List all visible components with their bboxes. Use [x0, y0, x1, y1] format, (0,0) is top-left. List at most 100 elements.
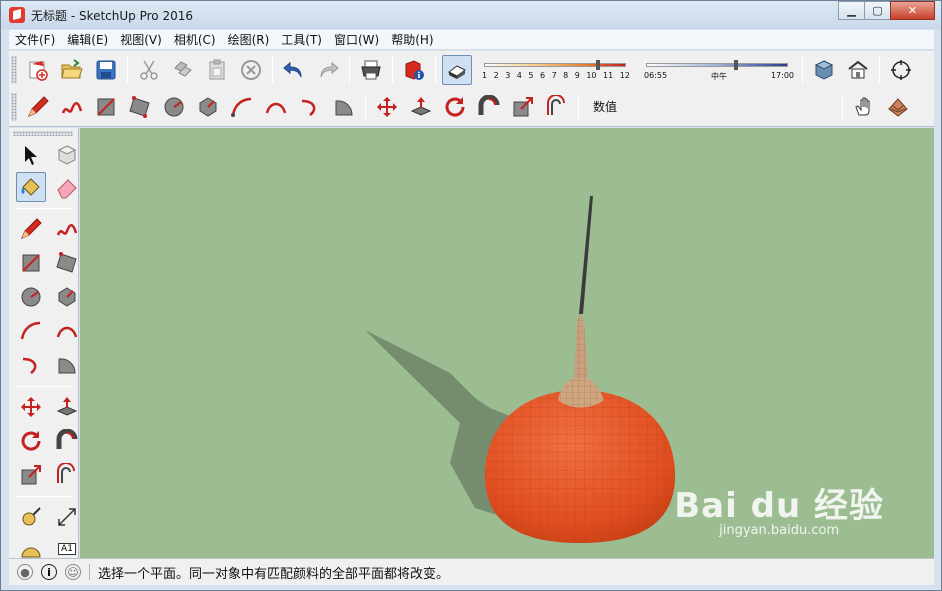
- open-icon[interactable]: [57, 55, 87, 85]
- erase-icon[interactable]: [236, 55, 266, 85]
- maximize-button[interactable]: ▢: [864, 1, 891, 20]
- paint-bucket-icon[interactable]: [16, 172, 46, 202]
- status-bar: ● i ☺ 选择一个平面。同一对象中有匹配颜料的全部平面都将改变。: [9, 558, 934, 585]
- freehand-icon[interactable]: [52, 214, 82, 244]
- tool-row: [13, 172, 85, 202]
- rectangle-icon[interactable]: [91, 92, 121, 122]
- minimize-button[interactable]: ▁: [838, 1, 865, 20]
- month-slider-track[interactable]: [484, 63, 626, 67]
- freehand-icon[interactable]: [57, 92, 87, 122]
- sandbox-icon[interactable]: [883, 92, 913, 122]
- menu-help[interactable]: 帮助(H): [385, 30, 439, 50]
- tool-row: [13, 502, 85, 532]
- tape-measure-icon[interactable]: [16, 502, 46, 532]
- arc-icon[interactable]: [16, 316, 46, 346]
- model-info-icon[interactable]: [399, 55, 429, 85]
- menu-edit[interactable]: 编辑(E): [61, 30, 114, 50]
- dimension-icon[interactable]: [52, 502, 82, 532]
- pie-icon[interactable]: [329, 92, 359, 122]
- shadow-time-slider[interactable]: 06:55 中午 17:00: [642, 55, 794, 85]
- menu-view[interactable]: 视图(V): [114, 30, 168, 50]
- time-slider-thumb[interactable]: [734, 60, 738, 70]
- toolbar-grip[interactable]: [13, 131, 73, 136]
- status-separator: [89, 564, 90, 580]
- close-button[interactable]: ✕: [890, 1, 935, 20]
- rotate-icon[interactable]: [16, 426, 46, 456]
- eraser-icon[interactable]: [52, 172, 82, 202]
- pencil-icon[interactable]: [16, 214, 46, 244]
- follow-me-icon[interactable]: [52, 426, 82, 456]
- polygon-icon[interactable]: [193, 92, 223, 122]
- toolbar-area: 1 2 3 4 5 6 7 8 9 10 11 12 06:55 中午 17:00: [9, 51, 934, 127]
- pie-icon[interactable]: [52, 350, 82, 380]
- hand-icon[interactable]: [849, 92, 879, 122]
- menu-camera[interactable]: 相机(C): [168, 30, 222, 50]
- copy-icon[interactable]: [168, 55, 198, 85]
- user-icon[interactable]: ☺: [65, 564, 81, 580]
- tool-row: [13, 392, 85, 422]
- rotated-rectangle-icon[interactable]: [125, 92, 155, 122]
- print-icon[interactable]: [356, 55, 386, 85]
- house-icon[interactable]: [843, 55, 873, 85]
- select-arrow-icon[interactable]: [16, 140, 46, 170]
- arc-icon[interactable]: [227, 92, 257, 122]
- polygon-icon[interactable]: [52, 282, 82, 312]
- circle-icon[interactable]: [16, 282, 46, 312]
- tool-row: [13, 282, 85, 312]
- menu-draw[interactable]: 绘图(R): [222, 30, 276, 50]
- time-slider-track[interactable]: [646, 63, 788, 67]
- toolbar-grip[interactable]: [11, 93, 17, 121]
- info-icon[interactable]: i: [41, 564, 57, 580]
- tool-row: [13, 140, 85, 170]
- scale-icon[interactable]: [16, 460, 46, 490]
- offset-icon[interactable]: [52, 460, 82, 490]
- toolbar-separator: [842, 93, 843, 121]
- new-icon[interactable]: [23, 55, 53, 85]
- toolbar-separator: [392, 56, 393, 84]
- orbit-icon[interactable]: [886, 55, 916, 85]
- pencil-icon[interactable]: [23, 92, 53, 122]
- toolbar-grip[interactable]: [11, 56, 17, 84]
- push-pull-icon[interactable]: [406, 92, 436, 122]
- iso-view-icon[interactable]: [809, 55, 839, 85]
- status-message: 选择一个平面。同一对象中有匹配颜料的全部平面都将改变。: [98, 566, 450, 582]
- two-point-arc-icon[interactable]: [52, 316, 82, 346]
- geolocation-icon[interactable]: ●: [17, 564, 33, 580]
- tool-row: [13, 350, 85, 380]
- paste-icon[interactable]: [202, 55, 232, 85]
- shadow-month-slider[interactable]: 1 2 3 4 5 6 7 8 9 10 11 12: [480, 55, 630, 85]
- sketchup-app-icon[interactable]: [9, 7, 25, 23]
- circle-icon[interactable]: [159, 92, 189, 122]
- rotate-icon[interactable]: [440, 92, 470, 122]
- month-slider-thumb[interactable]: [596, 60, 600, 70]
- toolbar-separator: [15, 496, 73, 497]
- measurements-box[interactable]: 数值: [583, 92, 838, 122]
- save-icon[interactable]: [91, 55, 121, 85]
- time-labels: 06:55 中午 17:00: [644, 71, 794, 82]
- three-point-arc-icon[interactable]: [16, 350, 46, 380]
- rectangle-icon[interactable]: [16, 248, 46, 278]
- menu-tools[interactable]: 工具(T): [275, 30, 328, 50]
- menu-file[interactable]: 文件(F): [9, 30, 61, 50]
- two-point-arc-icon[interactable]: [261, 92, 291, 122]
- menu-window[interactable]: 窗口(W): [328, 30, 385, 50]
- baidu-watermark: Bai du 经验 jingyan.baidu.com: [674, 478, 884, 538]
- scale-icon[interactable]: [508, 92, 538, 122]
- time-start-label: 06:55: [644, 71, 668, 80]
- three-point-arc-icon[interactable]: [295, 92, 325, 122]
- shadows-toggle-icon[interactable]: [442, 55, 472, 85]
- toolbar-separator: [578, 93, 579, 121]
- follow-me-icon[interactable]: [474, 92, 504, 122]
- offset-icon[interactable]: [542, 92, 572, 122]
- push-pull-icon[interactable]: [52, 392, 82, 422]
- model-viewport[interactable]: Bai du 经验 jingyan.baidu.com: [80, 128, 934, 558]
- move-icon[interactable]: [16, 392, 46, 422]
- undo-icon[interactable]: [279, 55, 309, 85]
- redo-icon[interactable]: [313, 55, 343, 85]
- toolbar-separator: [15, 386, 73, 387]
- move-icon[interactable]: [372, 92, 402, 122]
- component-icon[interactable]: [52, 140, 82, 170]
- rotated-rectangle-icon[interactable]: [52, 248, 82, 278]
- month-tick-label: 5: [528, 71, 534, 80]
- cut-icon[interactable]: [134, 55, 164, 85]
